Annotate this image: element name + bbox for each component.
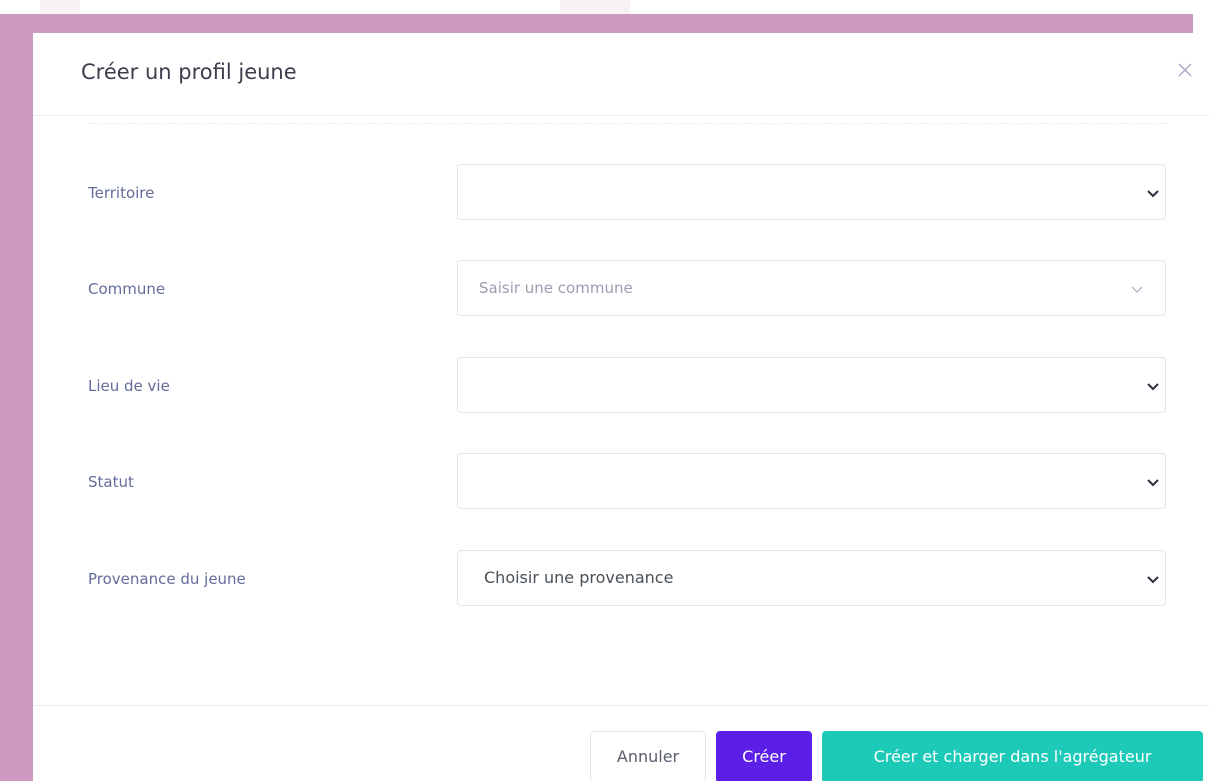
chevron-down-icon — [1147, 576, 1159, 584]
background-stripe — [560, 0, 630, 14]
form-row-territoire: Territoire — [33, 164, 1209, 222]
lieu-de-vie-select[interactable] — [457, 357, 1166, 413]
cancel-button[interactable]: Annuler — [590, 731, 706, 781]
create-button[interactable]: Créer — [716, 731, 812, 781]
modal-title: Créer un profil jeune — [81, 60, 297, 84]
provenance-value: Choisir une provenance — [484, 568, 674, 587]
commune-placeholder: Saisir une commune — [479, 279, 633, 297]
close-icon[interactable] — [1174, 59, 1196, 81]
background-stripe — [40, 0, 80, 14]
chevron-down-icon — [1131, 286, 1143, 293]
statut-select[interactable] — [457, 453, 1166, 509]
chevron-down-icon — [1147, 383, 1159, 391]
commune-label: Commune — [88, 280, 166, 298]
create-and-load-button[interactable]: Créer et charger dans l'agrégateur — [822, 731, 1203, 781]
territoire-label: Territoire — [88, 184, 155, 202]
create-profile-modal: Créer un profil jeune Territoire Commune… — [33, 33, 1209, 781]
provenance-label: Provenance du jeune — [88, 570, 246, 588]
statut-label: Statut — [88, 473, 134, 491]
form-row-lieu-de-vie: Lieu de vie — [33, 357, 1209, 415]
modal-footer: Annuler Créer Créer et charger dans l'ag… — [33, 705, 1209, 781]
form-row-commune: Commune Saisir une commune — [33, 260, 1209, 318]
section-divider — [88, 123, 1168, 124]
modal-header: Créer un profil jeune — [33, 33, 1209, 116]
form-row-statut: Statut — [33, 453, 1209, 511]
chevron-down-icon — [1147, 479, 1159, 487]
chevron-down-icon — [1147, 190, 1159, 198]
territoire-select[interactable] — [457, 164, 1166, 220]
lieu-de-vie-label: Lieu de vie — [88, 377, 170, 395]
commune-autocomplete[interactable]: Saisir une commune — [457, 260, 1166, 316]
provenance-select[interactable]: Choisir une provenance — [457, 550, 1166, 606]
form-row-provenance: Provenance du jeune Choisir une provenan… — [33, 550, 1209, 608]
